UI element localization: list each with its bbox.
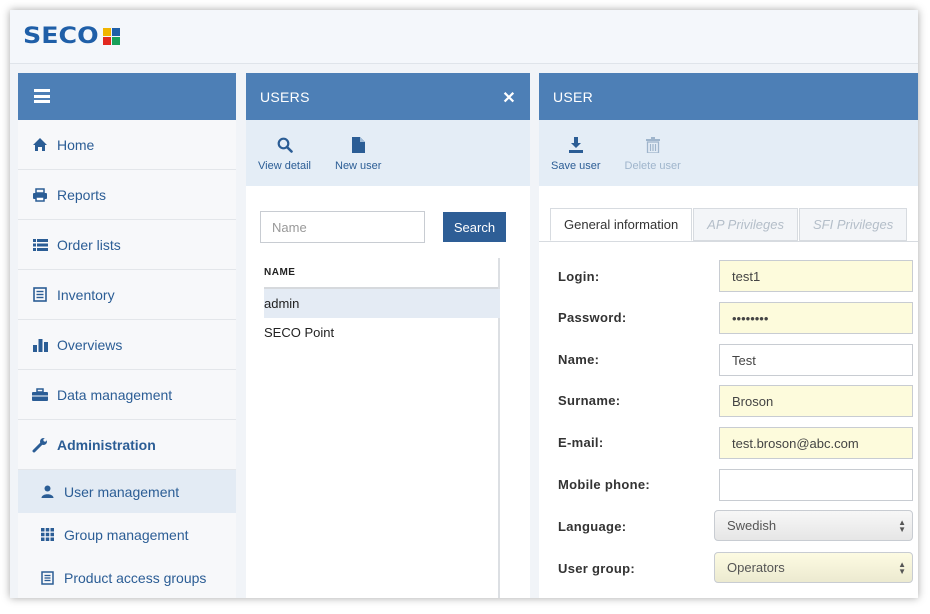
name-search-input[interactable] [260, 211, 425, 243]
sidebar-item-order-lists[interactable]: Order lists [18, 220, 236, 270]
logo-text: SECO [23, 24, 99, 49]
users-toolbar: View detail New user [246, 120, 530, 186]
password-field[interactable]: •••••••• [719, 302, 913, 334]
users-panel-title: USERS [260, 88, 310, 105]
download-save-icon [568, 135, 584, 155]
sidebar-subitem-label: User management [64, 483, 180, 500]
new-user-button[interactable]: New user [335, 120, 381, 186]
seco-logo[interactable]: SECO [23, 24, 120, 49]
list-item[interactable]: SECO Point [264, 318, 500, 347]
hamburger-menu-icon[interactable] [34, 89, 50, 103]
close-icon[interactable]: ✕ [502, 88, 516, 108]
sidebar-subitem-product-access-groups[interactable]: Product access groups [18, 556, 236, 598]
sidebar-header [18, 73, 236, 120]
search-icon [277, 135, 293, 155]
user-group-select-value: Operators [727, 560, 785, 575]
sidebar-item-label: Overviews [57, 336, 123, 353]
list-item[interactable]: admin [264, 289, 500, 318]
user-panel-header: USER [539, 73, 918, 120]
sidebar-item-label: Administration [57, 436, 156, 453]
surname-label: Surname: [558, 393, 621, 408]
document-icon [40, 570, 54, 585]
user-toolbar: Save user Delete user [539, 120, 918, 186]
tab-divider [539, 241, 918, 242]
new-file-icon [351, 135, 365, 155]
tab-general-information[interactable]: General information [550, 208, 693, 241]
user-group-label: User group: [558, 561, 635, 576]
sidebar-item-label: Data management [57, 386, 173, 403]
sidebar: Home Reports Order lists Inventory Overv… [18, 73, 236, 598]
tab-sfi-privileges[interactable]: SFI Privileges [799, 208, 908, 241]
save-user-label: Save user [551, 159, 601, 172]
search-row: Search [260, 211, 506, 243]
select-arrows-icon: ▲ ▼ [898, 560, 906, 576]
sidebar-item-label: Home [57, 136, 95, 153]
mobile-phone-label: Mobile phone: [558, 477, 650, 492]
sidebar-item-overviews[interactable]: Overviews [18, 320, 236, 370]
briefcase-icon [32, 387, 48, 403]
document-icon [32, 287, 48, 303]
login-field[interactable]: test1 [719, 260, 913, 292]
language-label: Language: [558, 519, 627, 534]
user-detail-panel: USER Save user Delete user General infor… [539, 73, 918, 598]
app-window: SECO Home Reports Order lists Inventory … [10, 10, 918, 598]
sidebar-subitem-group-management[interactable]: Group management [18, 513, 236, 556]
email-label: E-mail: [558, 435, 604, 450]
wrench-icon [32, 437, 48, 453]
name-field[interactable]: Test [719, 344, 913, 376]
name-label: Name: [558, 352, 600, 367]
list-icon [32, 237, 48, 253]
sidebar-item-home[interactable]: Home [18, 120, 236, 170]
top-bar: SECO [10, 10, 918, 64]
select-arrows-icon: ▲ ▼ [898, 518, 906, 534]
view-detail-button[interactable]: View detail [258, 120, 311, 186]
sidebar-item-label: Reports [57, 186, 107, 203]
email-field[interactable]: test.broson@abc.com [719, 427, 913, 459]
sidebar-subitem-label: Group management [64, 526, 189, 543]
logo-squares-icon [102, 28, 120, 45]
users-panel-header: USERS ✕ [246, 73, 530, 120]
sidebar-subitem-user-management[interactable]: User management [18, 470, 236, 513]
view-detail-label: View detail [258, 159, 311, 172]
sidebar-item-administration[interactable]: Administration [18, 420, 236, 470]
trash-icon [645, 135, 660, 155]
user-icon [40, 485, 54, 499]
home-icon [32, 137, 48, 153]
user-group-select[interactable]: Operators ▲ ▼ [714, 552, 913, 583]
bar-chart-icon [32, 337, 48, 353]
tab-ap-privileges[interactable]: AP Privileges [693, 208, 798, 241]
sidebar-item-inventory[interactable]: Inventory [18, 270, 236, 320]
language-select[interactable]: Swedish ▲ ▼ [714, 510, 913, 541]
sidebar-subitem-label: Product access groups [64, 569, 207, 586]
save-user-button[interactable]: Save user [551, 120, 601, 186]
column-header-name[interactable]: NAME [264, 258, 500, 289]
mobile-phone-field[interactable] [719, 469, 913, 501]
new-user-label: New user [335, 159, 382, 172]
sidebar-item-label: Order lists [57, 236, 121, 253]
login-label: Login: [558, 269, 600, 284]
tab-bar: General information AP Privileges SFI Pr… [550, 208, 908, 241]
password-label: Password: [558, 310, 627, 325]
users-panel: USERS ✕ View detail New user Search NAME [246, 73, 530, 598]
delete-user-label: Delete user [624, 159, 681, 172]
search-button[interactable]: Search [443, 212, 506, 242]
delete-user-button[interactable]: Delete user [625, 120, 681, 186]
printer-icon [32, 187, 48, 203]
surname-field[interactable]: Broson [719, 385, 913, 417]
sidebar-item-reports[interactable]: Reports [18, 170, 236, 220]
sidebar-item-data-management[interactable]: Data management [18, 370, 236, 420]
language-select-value: Swedish [727, 518, 777, 533]
sidebar-item-label: Inventory [57, 286, 115, 303]
grid-icon [40, 528, 54, 542]
user-panel-title: USER [553, 88, 594, 105]
